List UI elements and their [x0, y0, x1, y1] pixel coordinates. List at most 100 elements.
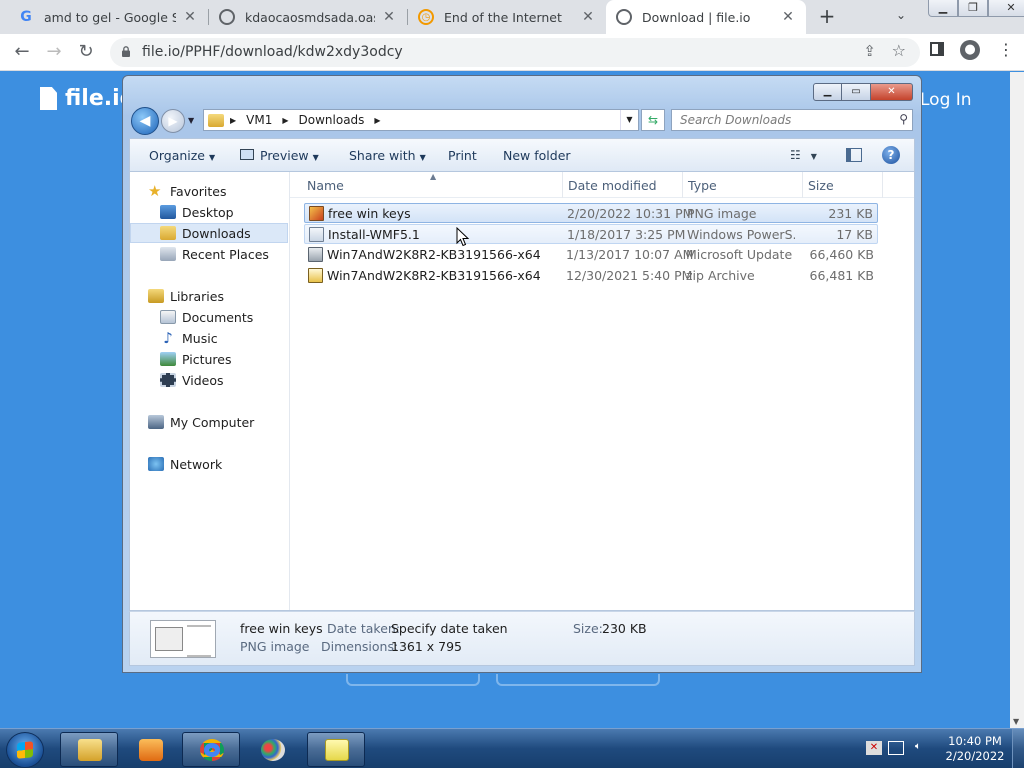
show-desktop-button[interactable]: [1012, 729, 1024, 768]
details-date-value[interactable]: Specify date taken: [391, 621, 508, 636]
forward-arrow-icon[interactable]: →: [42, 40, 66, 64]
column-name[interactable]: Name: [307, 178, 344, 193]
file-row-zip-archive[interactable]: Win7AndW2K8R2-KB3191566-x64 12/30/2021 5…: [304, 266, 878, 286]
file-io-logo[interactable]: file.io: [40, 86, 135, 111]
breadcrumb-downloads[interactable]: Downloads: [299, 113, 365, 127]
file-thumbnail: [150, 620, 216, 658]
close-tab-icon[interactable]: ✕: [182, 9, 198, 25]
help-icon[interactable]: ?: [882, 146, 900, 164]
nav-recent-places[interactable]: Recent Places: [160, 244, 318, 264]
globe-icon: [616, 9, 632, 25]
side-panel-icon[interactable]: [930, 42, 944, 56]
scroll-down-icon[interactable]: ▼: [1013, 717, 1019, 726]
explorer-search-input[interactable]: Search Downloads ⚲: [671, 109, 913, 131]
nav-documents[interactable]: Documents: [160, 307, 318, 327]
back-arrow-icon[interactable]: ←: [10, 40, 34, 64]
tab-file-io-download[interactable]: Download | file.io ✕: [606, 0, 806, 34]
downloads-folder-icon: [160, 226, 176, 240]
explorer-address-bar[interactable]: ▶ VM1 ▶ Downloads ▶ ▼: [203, 109, 639, 131]
print-button[interactable]: Print: [448, 148, 477, 163]
refresh-icon[interactable]: ⇆: [641, 109, 665, 131]
column-separator[interactable]: [682, 172, 683, 198]
tab-kdaocaosmdsada[interactable]: kdaocaosmdsada.oasmdaa ✕: [209, 0, 407, 34]
file-date: 1/18/2017 3:25 PM: [567, 227, 686, 242]
nav-pictures[interactable]: Pictures: [160, 349, 318, 369]
close-button[interactable]: ✕: [988, 0, 1024, 17]
videos-film-icon: [160, 373, 176, 387]
address-dropdown-icon[interactable]: ▼: [620, 110, 638, 130]
nav-favorites[interactable]: ★ Favorites: [148, 181, 306, 201]
tab-google-search[interactable]: G amd to gel - Google Search ✕: [8, 0, 208, 34]
share-icon[interactable]: ⇪: [863, 42, 876, 60]
nav-libraries[interactable]: Libraries: [148, 286, 306, 306]
nav-music[interactable]: ♪ Music: [160, 328, 318, 348]
breadcrumb-arrow-icon[interactable]: ▶: [282, 116, 288, 125]
column-type[interactable]: Type: [688, 178, 717, 193]
explorer-maximize-button[interactable]: ▭: [842, 83, 871, 101]
taskbar-sticky-notes[interactable]: [307, 732, 365, 767]
reload-icon[interactable]: ↻: [74, 40, 98, 64]
breadcrumb-arrow-icon[interactable]: ▶: [230, 116, 236, 125]
close-tab-icon[interactable]: ✕: [780, 9, 796, 25]
nav-my-computer[interactable]: My Computer: [148, 412, 306, 432]
minimize-button[interactable]: ▁: [928, 0, 958, 17]
paint-palette-icon: [261, 739, 285, 761]
change-view-button[interactable]: ☷ ▼: [790, 148, 824, 164]
preview-label: Preview: [260, 148, 309, 163]
volume-speaker-icon[interactable]: 🔈︎: [910, 741, 926, 755]
tab-search-chevron-icon[interactable]: ⌄: [896, 8, 906, 22]
file-row-msu-update[interactable]: Win7AndW2K8R2-KB3191566-x64 1/13/2017 10…: [304, 245, 878, 265]
start-button[interactable]: [6, 732, 44, 768]
taskbar-clock[interactable]: 10:40 PM 2/20/2022: [944, 734, 1006, 764]
preview-button[interactable]: Preview ▼: [240, 148, 319, 163]
nav-downloads[interactable]: Downloads: [130, 223, 288, 243]
restore-button[interactable]: ❐: [958, 0, 988, 17]
new-tab-button[interactable]: +: [816, 5, 838, 27]
search-placeholder: Search Downloads: [680, 113, 792, 127]
page-scrollbar[interactable]: ▼: [1010, 72, 1024, 728]
search-icon[interactable]: ⚲: [899, 112, 908, 126]
taskbar-media-player[interactable]: [121, 732, 179, 767]
back-arrow-icon[interactable]: ◀: [131, 107, 159, 135]
nav-desktop[interactable]: Desktop: [160, 202, 318, 222]
recent-pages-chevron-icon[interactable]: ▼: [188, 116, 194, 125]
bookmark-star-icon[interactable]: ☆: [892, 41, 906, 60]
column-separator[interactable]: [562, 172, 563, 198]
menu-kebab-icon[interactable]: ⋮: [998, 40, 1014, 59]
explorer-close-button[interactable]: ✕: [871, 83, 913, 101]
column-size[interactable]: Size: [808, 178, 834, 193]
forward-arrow-icon[interactable]: ▶: [161, 109, 185, 133]
column-date-modified[interactable]: Date modified: [568, 178, 657, 193]
desktop-icon: [160, 205, 176, 219]
close-tab-icon[interactable]: ✕: [580, 9, 596, 25]
explorer-minimize-button[interactable]: ▁: [813, 83, 842, 101]
profile-avatar-icon[interactable]: ●: [960, 40, 980, 60]
file-row-free-win-keys[interactable]: free win keys 2/20/2022 10:31 PM PNG ima…: [304, 203, 878, 223]
file-size: 66,481 KB: [809, 268, 874, 283]
column-separator[interactable]: [882, 172, 883, 198]
action-center-flag-icon[interactable]: ✕: [866, 741, 882, 755]
taskbar-paint[interactable]: [243, 732, 301, 767]
organize-button[interactable]: Organize ▼: [149, 148, 215, 163]
network-tray-icon[interactable]: [888, 741, 904, 755]
column-separator[interactable]: [802, 172, 803, 198]
url-text: file.io/PPHF/download/kdw2xdy3odcy: [142, 44, 403, 60]
file-row-install-wmf[interactable]: Install-WMF5.1 1/18/2017 3:25 PM Windows…: [304, 224, 878, 244]
nav-label: Favorites: [170, 183, 227, 199]
breadcrumb-arrow-icon[interactable]: ▶: [374, 116, 380, 125]
explorer-content: ★ Favorites Desktop Downloads Recent Plac…: [129, 171, 915, 611]
nav-network[interactable]: Network: [148, 454, 306, 474]
new-folder-button[interactable]: New folder: [503, 148, 571, 163]
address-bar[interactable]: file.io/PPHF/download/kdw2xdy3odcy ⇪ ☆: [110, 38, 920, 67]
share-with-button[interactable]: Share with ▼: [349, 148, 426, 163]
tab-end-of-internet[interactable]: ◷ End of the Internet ✕: [408, 0, 606, 34]
pictures-icon: [160, 352, 176, 366]
preview-pane-icon[interactable]: [846, 148, 862, 162]
login-link[interactable]: Log In: [920, 90, 972, 110]
nav-videos[interactable]: Videos: [160, 370, 318, 390]
breadcrumb-vm1[interactable]: VM1: [246, 113, 272, 127]
close-tab-icon[interactable]: ✕: [381, 9, 397, 25]
taskbar-chrome[interactable]: [182, 732, 240, 767]
taskbar-explorer[interactable]: [60, 732, 118, 767]
explorer-window: ▁ ▭ ✕ ◀ ▶ ▼ ▶ VM1 ▶ Downloads ▶ ▼ ⇆ Sear…: [122, 75, 922, 673]
